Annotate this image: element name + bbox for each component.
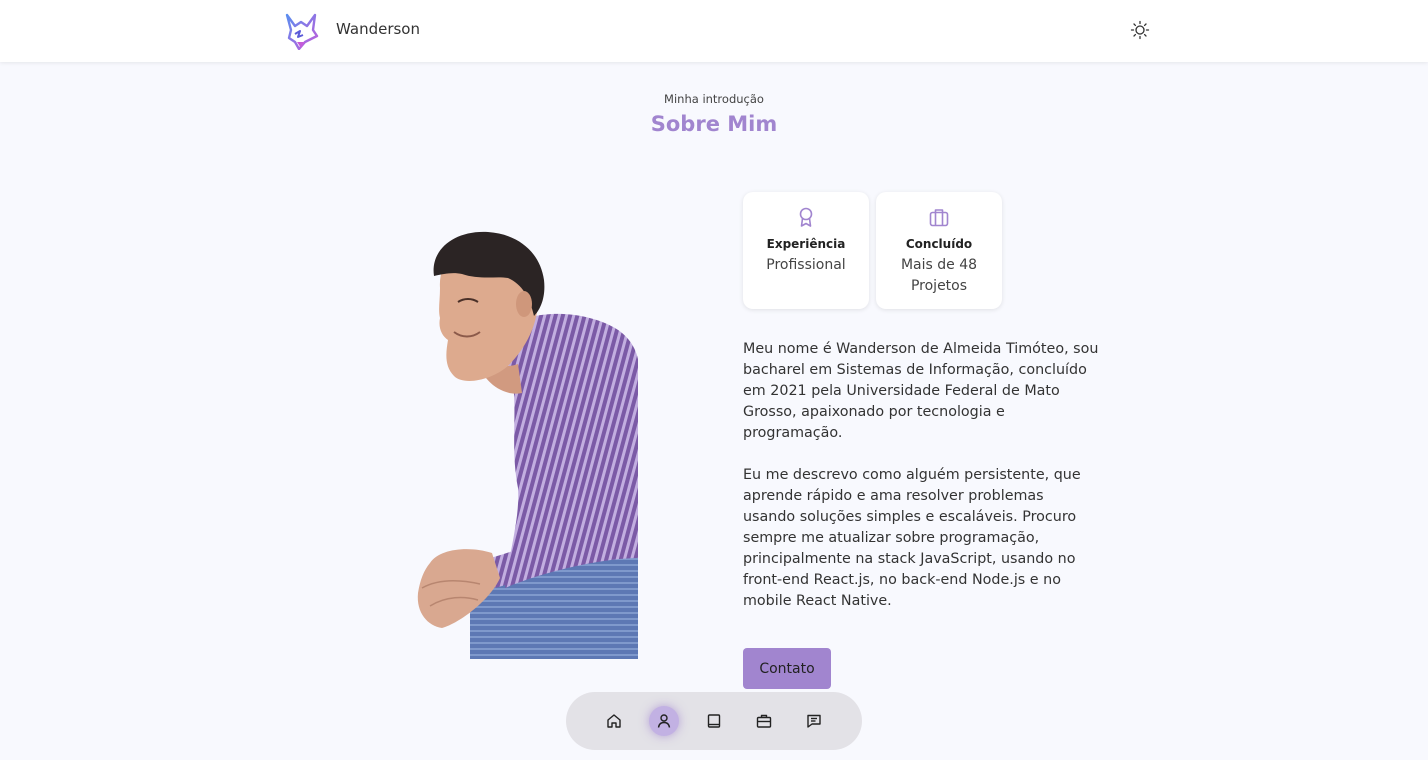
award-icon (795, 206, 817, 228)
user-icon (657, 714, 671, 728)
nav-item-contact[interactable] (799, 706, 829, 736)
sun-icon[interactable] (1129, 19, 1151, 41)
card-title: Experiência (766, 237, 846, 251)
section-title: Sobre Mim (650, 112, 778, 136)
profile-photo (400, 228, 640, 659)
briefcase-icon (928, 206, 950, 228)
section-subtitle: Minha introdução (664, 92, 764, 106)
bottom-nav (566, 692, 862, 750)
briefcase-icon (756, 714, 772, 728)
book-icon (707, 714, 721, 728)
about-paragraph: Meu nome é Wanderson de Almeida Timóteo,… (743, 341, 1099, 441)
home-icon (607, 714, 621, 728)
contact-button[interactable]: Contato (743, 648, 831, 689)
card-value: Profissional (766, 257, 846, 273)
about-paragraph: Eu me descrevo como alguém persistente, … (743, 467, 1081, 609)
nav-item-portfolio[interactable] (749, 706, 779, 736)
nav-item-about[interactable] (649, 706, 679, 736)
about-description: Meu nome é Wanderson de Almeida Timóteo,… (743, 339, 1099, 633)
nav-item-home[interactable] (599, 706, 629, 736)
card-value: Mais de 48 Projetos (900, 257, 978, 294)
header: Wanderson (0, 0, 1428, 62)
nav-item-skills[interactable] (699, 706, 729, 736)
brand-name[interactable]: Wanderson (336, 20, 420, 38)
experience-card: Experiência Profissional (743, 192, 869, 309)
message-icon (807, 714, 821, 728)
completed-card: Concluído Mais de 48 Projetos (876, 192, 1002, 309)
card-title: Concluído (905, 237, 973, 251)
wolf-logo-icon[interactable] (283, 12, 319, 51)
